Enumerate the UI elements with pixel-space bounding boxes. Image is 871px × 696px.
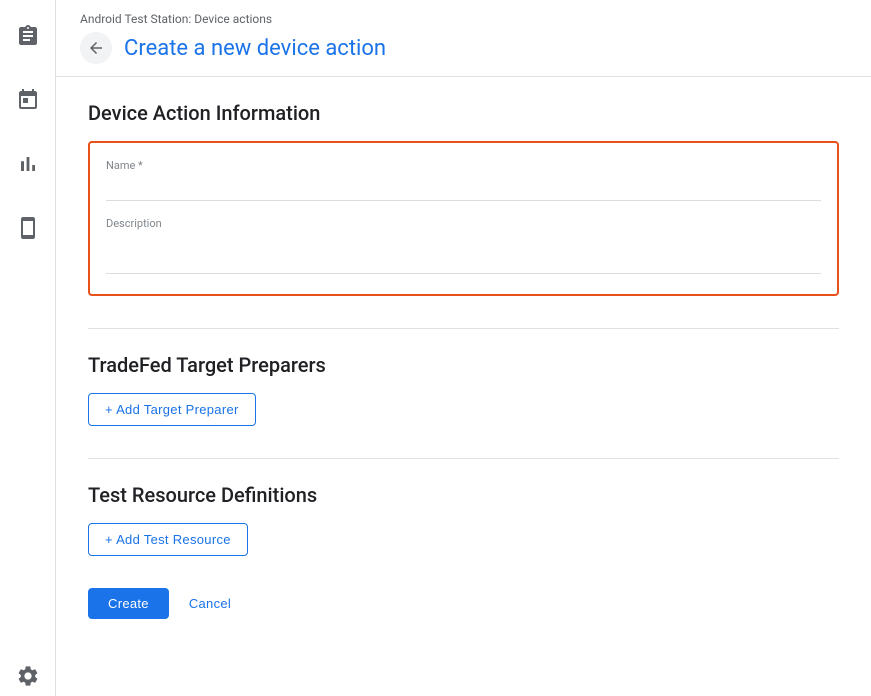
name-field-group: Name [106,159,821,201]
test-resource-section: Test Resource Definitions + Add Test Res… [88,483,839,556]
add-target-preparer-button[interactable]: + Add Target Preparer [88,393,256,426]
tradefed-section-title: TradeFed Target Preparers [88,353,839,377]
cancel-button[interactable]: Cancel [177,588,243,619]
device-action-form-card: Name Description [88,141,839,296]
create-button[interactable]: Create [88,588,169,619]
section-divider-1 [88,328,839,329]
test-resource-section-title: Test Resource Definitions [88,483,839,507]
section-divider-2 [88,458,839,459]
bar-chart-icon[interactable] [8,144,48,184]
description-field-group: Description [106,217,821,278]
content-area: Device Action Information Name Descripti… [56,77,871,696]
device-action-section: Device Action Information Name Descripti… [88,101,839,296]
phone-icon[interactable] [8,208,48,248]
back-button[interactable] [80,32,112,64]
name-input[interactable] [106,176,821,201]
description-input[interactable] [106,234,821,274]
settings-icon[interactable] [8,656,48,696]
page-title: Create a new device action [124,36,386,61]
description-label: Description [106,217,821,230]
main-content: Android Test Station: Device actions Cre… [56,0,871,696]
calendar-icon[interactable] [8,80,48,120]
sidebar [0,0,56,696]
add-test-resource-button[interactable]: + Add Test Resource [88,523,248,556]
clipboard-list-icon[interactable] [8,16,48,56]
breadcrumb: Android Test Station: Device actions [80,12,847,26]
tradefed-section: TradeFed Target Preparers + Add Target P… [88,353,839,426]
action-row: Create Cancel [88,588,839,619]
device-action-section-title: Device Action Information [88,101,839,125]
header: Android Test Station: Device actions Cre… [56,0,871,77]
name-label: Name [106,159,821,172]
